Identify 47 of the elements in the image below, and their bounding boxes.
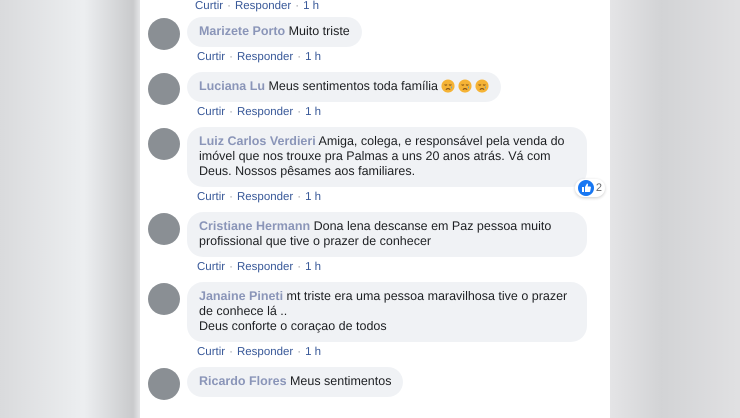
avatar[interactable] bbox=[148, 213, 180, 245]
separator-dot: · bbox=[297, 106, 302, 118]
comment-time: 1 h bbox=[305, 346, 322, 358]
separator-dot: · bbox=[229, 106, 233, 118]
separator-dot: · bbox=[229, 51, 233, 63]
like-link[interactable]: Curtir bbox=[197, 106, 226, 118]
comment-text: Marizete Porto Muito triste bbox=[199, 24, 350, 38]
reply-link[interactable]: Responder bbox=[236, 346, 294, 358]
comment-time: 1 h bbox=[305, 261, 322, 273]
avatar[interactable] bbox=[148, 18, 180, 50]
comment-time: 1 h bbox=[305, 106, 322, 118]
separator-dot: · bbox=[297, 51, 302, 63]
comment-text: Cristiane Hermann Dona lena descanse em Paz pessoa muito profissional que tive o prazer de conhecer bbox=[199, 219, 552, 248]
comment-text: Ricardo Flores Meus sentimentos bbox=[199, 374, 392, 388]
separator-dot: · bbox=[295, 0, 300, 12]
comment-text: Luciana Lu Meus sentimentos toda família bbox=[199, 79, 438, 93]
comment-time: 1 h bbox=[303, 0, 320, 12]
like-link[interactable]: Curtir bbox=[197, 51, 226, 63]
reply-link[interactable]: Responder bbox=[236, 51, 294, 63]
avatar[interactable] bbox=[148, 128, 180, 160]
avatar[interactable] bbox=[148, 368, 180, 400]
separator-dot: · bbox=[229, 191, 233, 203]
like-link[interactable]: Curtir bbox=[197, 261, 226, 273]
like-link[interactable]: Curtir bbox=[197, 191, 226, 203]
separator-dot: · bbox=[297, 346, 302, 358]
reply-link[interactable]: Responder bbox=[236, 261, 294, 273]
separator-dot: · bbox=[229, 261, 233, 273]
separator-dot: · bbox=[297, 191, 302, 203]
reply-link[interactable]: Responder bbox=[234, 0, 292, 12]
avatar[interactable] bbox=[148, 73, 180, 105]
sad-face-icon bbox=[474, 79, 489, 93]
thumbs-up-icon bbox=[578, 180, 594, 196]
separator-dot: · bbox=[297, 261, 302, 273]
sad-face-icon bbox=[440, 79, 455, 93]
comment-text: Luiz Carlos Verdieri Amiga, colega, e responsável pela venda do imóvel que nos trouxe pra Palmas a uns 20 anos atrás. Vá com Deus. Nossos pêsames aos familiares. bbox=[199, 134, 564, 178]
comment-text: Janaine Pineti mt triste era uma pessoa maravilhosa tive o prazer de conhece lá .. Deus conforte o coraçao de todos bbox=[199, 289, 568, 333]
separator-dot: · bbox=[227, 0, 231, 12]
sad-face-icon bbox=[458, 79, 472, 93]
separator-dot: · bbox=[229, 346, 233, 358]
like-link[interactable]: Curtir bbox=[195, 0, 224, 12]
avatar[interactable] bbox=[148, 283, 180, 315]
reaction-badge[interactable]: 2 bbox=[574, 179, 605, 197]
comment-time: 1 h bbox=[305, 51, 322, 63]
reply-link[interactable]: Responder bbox=[236, 191, 294, 203]
reply-link[interactable]: Responder bbox=[236, 106, 294, 118]
comment-time: 1 h bbox=[305, 191, 322, 203]
like-link[interactable]: Curtir bbox=[197, 346, 226, 358]
